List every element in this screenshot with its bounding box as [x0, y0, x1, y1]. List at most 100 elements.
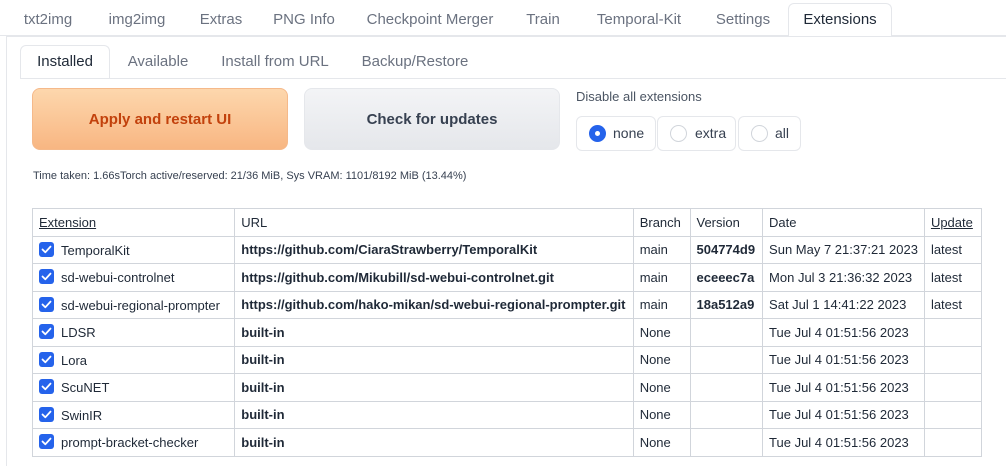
radio-selected-icon	[589, 125, 606, 142]
version-cell	[689, 428, 764, 457]
extension-name-cell: SwinIR	[31, 400, 236, 429]
extension-name: LDSR	[61, 325, 96, 341]
table-row: sd-webui-regional-prompter https://github…	[31, 290, 983, 319]
radio-extra[interactable]: extra	[657, 116, 736, 151]
extension-name-cell: TemporalKit	[31, 235, 236, 264]
enable-checkbox[interactable]	[39, 324, 54, 340]
version-cell: eceeec7a	[689, 263, 764, 292]
enable-checkbox[interactable]	[39, 241, 54, 257]
branch-cell: None	[632, 373, 691, 402]
enable-checkbox[interactable]	[39, 434, 54, 450]
version-cell	[689, 373, 764, 402]
extensions-table: Extension URL Branch Version Date Update…	[31, 208, 983, 457]
tab-txt2img[interactable]: txt2img	[14, 4, 82, 36]
enable-checkbox[interactable]	[39, 379, 54, 395]
table-row: TemporalKit https://github.com/CiaraStraw…	[31, 235, 983, 264]
radio-extra-label: extra	[695, 125, 727, 141]
url-cell: https://github.com/hako-mikan/sd-webui-r…	[234, 290, 634, 319]
header-extension[interactable]: Extension	[31, 208, 236, 237]
url-cell: built-in	[234, 345, 634, 374]
date-cell: Tue Jul 4 01:51:56 2023	[762, 400, 925, 429]
url-cell: https://github.com/CiaraStrawberry/Tempo…	[234, 235, 634, 264]
extensions-table-body: TemporalKit https://github.com/CiaraStraw…	[31, 235, 983, 457]
radio-all[interactable]: all	[738, 116, 801, 151]
tab-train[interactable]: Train	[518, 4, 568, 36]
update-cell	[923, 318, 983, 347]
update-cell	[923, 345, 983, 374]
enable-checkbox[interactable]	[39, 351, 54, 367]
time-taken-text: Time taken: 1.66sTorch active/reserved: …	[33, 170, 467, 182]
tab-img2img[interactable]: img2img	[98, 4, 176, 36]
table-row: ScuNET built-in None Tue Jul 4 01:51:56 202…	[31, 373, 983, 402]
extension-name-cell: ScuNET	[31, 373, 236, 402]
extension-name: TemporalKit	[61, 242, 130, 258]
radio-unselected-icon	[751, 125, 768, 142]
date-cell: Sun May 7 21:37:21 2023	[762, 235, 925, 264]
branch-cell: main	[632, 290, 691, 319]
extension-name: ScuNET	[61, 380, 110, 396]
main-tab-bar: txt2img img2img Extras PNG Info Checkpoi…	[0, 0, 1006, 37]
apply-restart-button[interactable]: Apply and restart UI	[32, 88, 288, 150]
tab-extras[interactable]: Extras	[192, 4, 250, 36]
header-update[interactable]: Update	[923, 208, 983, 237]
extension-name: sd-webui-regional-prompter	[61, 297, 220, 313]
update-cell	[923, 373, 983, 402]
update-cell: latest	[923, 290, 983, 319]
extension-name-cell: prompt-bracket-checker	[31, 428, 236, 457]
disable-extensions-label: Disable all extensions	[576, 89, 702, 104]
enable-checkbox[interactable]	[39, 296, 54, 312]
extension-name: SwinIR	[61, 407, 103, 423]
header-date: Date	[762, 208, 925, 237]
date-cell: Tue Jul 4 01:51:56 2023	[762, 373, 925, 402]
version-cell: 18a512a9	[689, 290, 764, 319]
check-updates-button[interactable]: Check for updates	[304, 88, 560, 150]
extension-name: Lora	[61, 352, 88, 368]
table-row: prompt-bracket-checker built-in None Tue Ju…	[31, 428, 983, 457]
table-row: Lora built-in None Tue Jul 4 01:51:56 2023	[31, 345, 983, 374]
table-row: SwinIR built-in None Tue Jul 4 01:51:56 202…	[31, 400, 983, 429]
branch-cell: None	[632, 345, 691, 374]
extension-name-cell: sd-webui-controlnet	[31, 263, 236, 292]
date-cell: Tue Jul 4 01:51:56 2023	[762, 345, 925, 374]
enable-checkbox[interactable]	[39, 269, 54, 285]
header-version: Version	[689, 208, 764, 237]
url-cell: built-in	[234, 428, 634, 457]
version-cell	[689, 345, 764, 374]
url-cell: built-in	[234, 400, 634, 429]
header-branch: Branch	[632, 208, 691, 237]
extension-name-cell: Lora	[31, 345, 236, 374]
radio-none[interactable]: none	[576, 116, 656, 151]
radio-all-label: all	[775, 125, 790, 141]
date-cell: Mon Jul 3 21:36:32 2023	[762, 263, 925, 292]
branch-cell: None	[632, 400, 691, 429]
branch-cell: main	[632, 263, 691, 292]
radio-unselected-icon	[670, 125, 687, 142]
tab-png-info[interactable]: PNG Info	[266, 4, 342, 36]
branch-cell: None	[632, 318, 691, 347]
extension-name-cell: LDSR	[31, 318, 236, 347]
tab-checkpoint-merger[interactable]: Checkpoint Merger	[358, 4, 502, 36]
update-cell: latest	[923, 263, 983, 292]
tab-available[interactable]: Available	[118, 46, 198, 78]
tab-settings[interactable]: Settings	[708, 4, 778, 36]
extension-name: prompt-bracket-checker	[61, 435, 199, 451]
tab-backup-restore[interactable]: Backup/Restore	[352, 46, 478, 78]
update-cell: latest	[923, 235, 983, 264]
header-url: URL	[234, 208, 634, 237]
tab-extensions[interactable]: Extensions	[788, 3, 892, 37]
date-cell: Tue Jul 4 01:51:56 2023	[762, 318, 925, 347]
branch-cell: None	[632, 428, 691, 457]
table-header-row: Extension URL Branch Version Date Update	[31, 208, 983, 237]
tab-installed[interactable]: Installed	[20, 45, 110, 79]
tab-temporal-kit[interactable]: Temporal-Kit	[584, 4, 694, 36]
url-cell: built-in	[234, 318, 634, 347]
table-row: LDSR built-in None Tue Jul 4 01:51:56 2023	[31, 318, 983, 347]
table-row: sd-webui-controlnet https://github.com/Mi…	[31, 263, 983, 292]
radio-none-label: none	[613, 125, 645, 141]
date-cell: Tue Jul 4 01:51:56 2023	[762, 428, 925, 457]
url-cell: built-in	[234, 373, 634, 402]
update-cell	[923, 428, 983, 457]
version-cell	[689, 400, 764, 429]
tab-install-from-url[interactable]: Install from URL	[210, 46, 340, 78]
enable-checkbox[interactable]	[39, 406, 54, 422]
